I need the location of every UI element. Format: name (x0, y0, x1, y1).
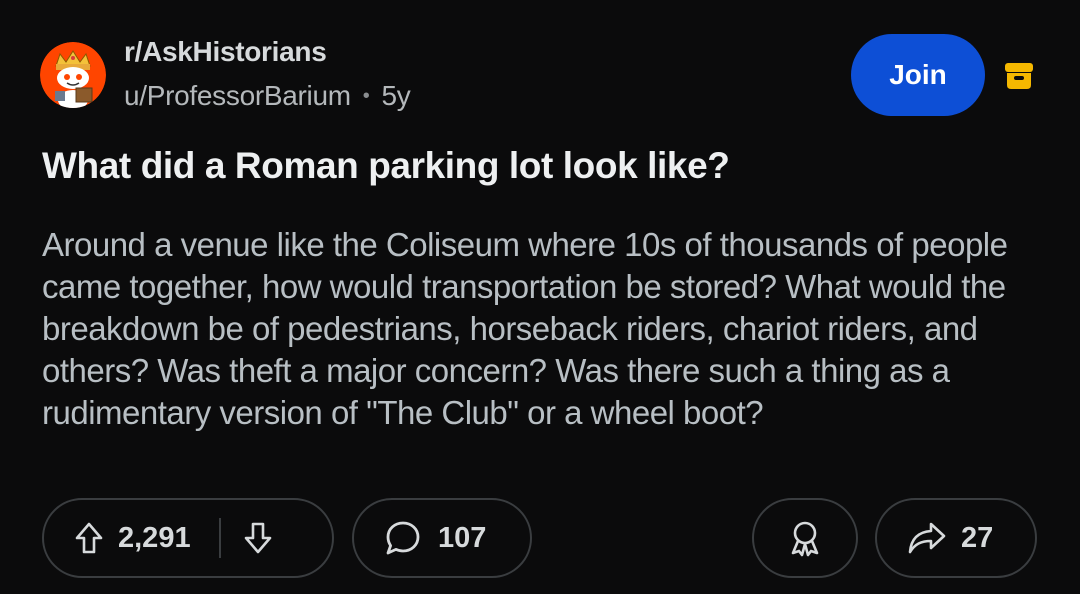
vote-divider (218, 518, 221, 558)
subreddit-name[interactable]: r/AskHistorians (124, 36, 327, 68)
meta-separator: • (362, 84, 370, 107)
action-bar: 2,291 107 27 (0, 498, 1080, 582)
post-age: 5y (381, 80, 411, 111)
award-ribbon-icon (787, 519, 823, 557)
post-body: Around a venue like the Coliseum where 1… (42, 226, 1008, 431)
join-button[interactable]: Join (851, 34, 985, 116)
post-meta: u/ProfessorBarium • 5y (124, 80, 411, 112)
vote-control: 2,291 (42, 498, 334, 578)
arrow-down-icon[interactable] (243, 521, 273, 555)
comments-button[interactable]: 107 (352, 498, 532, 578)
award-button[interactable] (752, 498, 858, 578)
vote-score: 2,291 (118, 521, 191, 554)
arrow-up-icon[interactable] (74, 521, 104, 555)
share-button[interactable]: 27 (875, 498, 1037, 578)
share-arrow-icon (907, 520, 947, 556)
historian-snoo-icon (40, 42, 106, 108)
comment-count: 107 (438, 521, 487, 554)
subreddit-avatar[interactable] (40, 42, 106, 108)
post-title[interactable]: What did a Roman parking lot look like? (42, 142, 1042, 190)
archive-icon[interactable] (1002, 58, 1036, 92)
share-count: 27 (961, 521, 994, 554)
author-name[interactable]: u/ProfessorBarium (124, 80, 351, 112)
post-card: r/AskHistorians u/ProfessorBarium • 5y J… (0, 0, 1080, 594)
speech-bubble-icon (384, 519, 422, 557)
